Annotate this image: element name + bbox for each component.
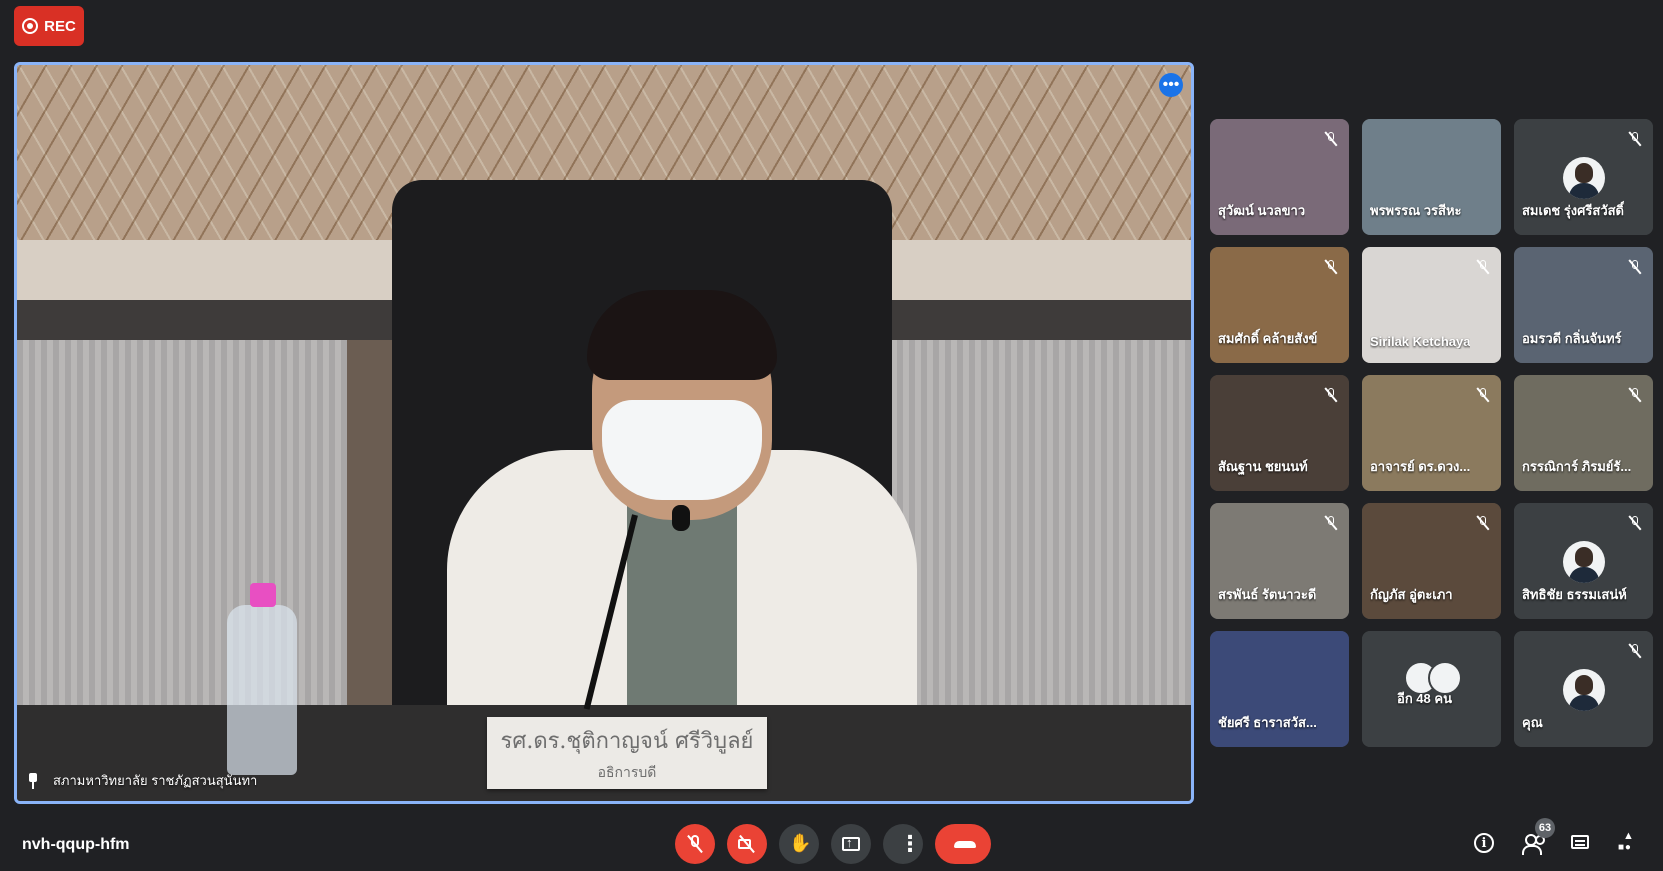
- participant-tile[interactable]: ชัยศรี ธาราสวัส...: [1210, 631, 1349, 747]
- info-icon: i: [1474, 833, 1494, 853]
- participant-tile[interactable]: อีก 48 คน: [1362, 631, 1501, 747]
- raise-hand-button[interactable]: [779, 824, 819, 864]
- presenter-caption: สภามหาวิทยาลัย ราชภัฏสวนสุนันทา: [27, 770, 257, 791]
- video-microphone-head: [672, 505, 690, 531]
- participant-tile[interactable]: อมรวดี กลิ่นจันทร์: [1514, 247, 1653, 363]
- camera-toggle-button[interactable]: [727, 824, 767, 864]
- participant-name: คุณ: [1522, 715, 1543, 730]
- mic-off-icon: [1323, 259, 1339, 275]
- participant-tile[interactable]: สมศักดิ์ คล้ายสังข์: [1210, 247, 1349, 363]
- presenter-name: สภามหาวิทยาลัย ราชภัฏสวนสุนันทา: [53, 773, 258, 788]
- mic-off-icon: [1627, 259, 1643, 275]
- activities-icon: [1618, 830, 1638, 853]
- more-options-icon[interactable]: •••: [1159, 73, 1183, 97]
- participant-name: สุวัฒน์ นวลขาว: [1218, 203, 1306, 218]
- video-bottle-cap: [250, 583, 276, 607]
- participant-name: สัณฐาน ชยนนท์: [1218, 459, 1308, 474]
- nameplate-title: อธิการบดี: [597, 764, 657, 781]
- microphone-toggle-button[interactable]: [675, 824, 715, 864]
- participant-name: สรพันธ์ รัตนาวะดี: [1218, 587, 1317, 602]
- participant-name: Sirilak Ketchaya: [1370, 334, 1471, 349]
- participant-tile[interactable]: อาจารย์ ดร.ดวง...: [1362, 375, 1501, 491]
- activities-button[interactable]: [1615, 830, 1641, 856]
- participant-avatar: [1562, 669, 1605, 711]
- participant-name: สมเดช รุ่งศรีสวัสดิ์: [1522, 203, 1625, 218]
- participant-tile[interactable]: พรพรรณ วรสีหะ: [1362, 119, 1501, 235]
- hand-icon: [789, 833, 811, 854]
- participant-tile[interactable]: กรรณิการ์ ภิรมย์รั...: [1514, 375, 1653, 491]
- meeting-details-button[interactable]: i: [1471, 830, 1497, 856]
- participant-name: อาจารย์ ดร.ดวง...: [1370, 459, 1471, 474]
- mic-off-icon: [1475, 259, 1491, 275]
- present-screen-button[interactable]: [831, 824, 871, 864]
- leave-call-button[interactable]: [935, 824, 991, 864]
- mic-off-icon: [1323, 387, 1339, 403]
- more-vert-icon: [893, 831, 921, 857]
- participant-tile[interactable]: สิทธิชัย ธรรมเสน่ห์: [1514, 503, 1653, 619]
- camera-off-icon: [737, 834, 757, 854]
- participant-name: สมศักดิ์ คล้ายสังข์: [1218, 331, 1318, 346]
- mic-off-icon: [1323, 515, 1339, 531]
- participant-tile[interactable]: กัญภัส อู่ตะเภา: [1362, 503, 1501, 619]
- participant-name: อีก 48 คน: [1397, 691, 1452, 706]
- video-speaker-mask: [602, 400, 762, 500]
- participant-name: สิทธิชัย ธรรมเสน่ห์: [1522, 587, 1627, 602]
- participant-name: ชัยศรี ธาราสวัส...: [1218, 715, 1317, 730]
- pin-icon[interactable]: [27, 772, 39, 789]
- mic-off-icon: [1627, 643, 1643, 659]
- hang-up-icon: [953, 834, 976, 854]
- people-button[interactable]: 63: [1519, 818, 1555, 856]
- participant-tile[interactable]: สัณฐาน ชยนนท์: [1210, 375, 1349, 491]
- video-speaker-hair: [587, 290, 777, 380]
- recording-label: REC: [44, 17, 76, 35]
- participant-tile[interactable]: Sirilak Ketchaya: [1362, 247, 1501, 363]
- mic-off-icon: [1627, 131, 1643, 147]
- people-count-badge: 63: [1535, 818, 1555, 838]
- participant-name: อมรวดี กลิ่นจันทร์: [1522, 331, 1622, 346]
- record-icon: [22, 18, 39, 34]
- mic-off-icon: [1627, 515, 1643, 531]
- meeting-code: nvh-qqup-hfm: [22, 836, 130, 853]
- participant-avatar: [1562, 541, 1605, 583]
- main-video-feed[interactable]: รศ.ดร.ชุติกาญจน์ ศรีวิบูลย์ อธิการบดี ••…: [14, 62, 1194, 804]
- participant-tile[interactable]: สุวัฒน์ นวลขาว: [1210, 119, 1349, 235]
- chat-icon: [1570, 833, 1590, 853]
- more-options-button[interactable]: [883, 824, 923, 864]
- participant-tile[interactable]: สมเดช รุ่งศรีสวัสดิ์: [1514, 119, 1653, 235]
- chat-button[interactable]: [1567, 830, 1593, 856]
- video-water-bottle: [227, 605, 297, 775]
- participant-tile[interactable]: สรพันธ์ รัตนาวะดี: [1210, 503, 1349, 619]
- mic-off-icon: [1475, 387, 1491, 403]
- participant-tile[interactable]: คุณ: [1514, 631, 1653, 747]
- bottom-control-bar: nvh-qqup-hfm i 63: [0, 810, 1663, 871]
- nameplate: รศ.ดร.ชุติกาญจน์ ศรีวิบูลย์ อธิการบดี: [487, 717, 767, 789]
- mic-off-icon: [1475, 515, 1491, 531]
- participant-name: กรรณิการ์ ภิรมย์รั...: [1522, 459, 1632, 474]
- present-icon: [841, 834, 861, 854]
- nameplate-name: รศ.ดร.ชุติกาญจน์ ศรีวิบูลย์: [500, 728, 754, 754]
- mic-off-icon: [1323, 131, 1339, 147]
- recording-indicator: REC: [14, 6, 84, 46]
- participant-avatar: [1562, 157, 1605, 199]
- participant-name: พรพรรณ วรสีหะ: [1370, 203, 1462, 218]
- mic-off-icon: [1627, 387, 1643, 403]
- mic-off-icon: [685, 834, 705, 854]
- participant-name: กัญภัส อู่ตะเภา: [1370, 587, 1453, 602]
